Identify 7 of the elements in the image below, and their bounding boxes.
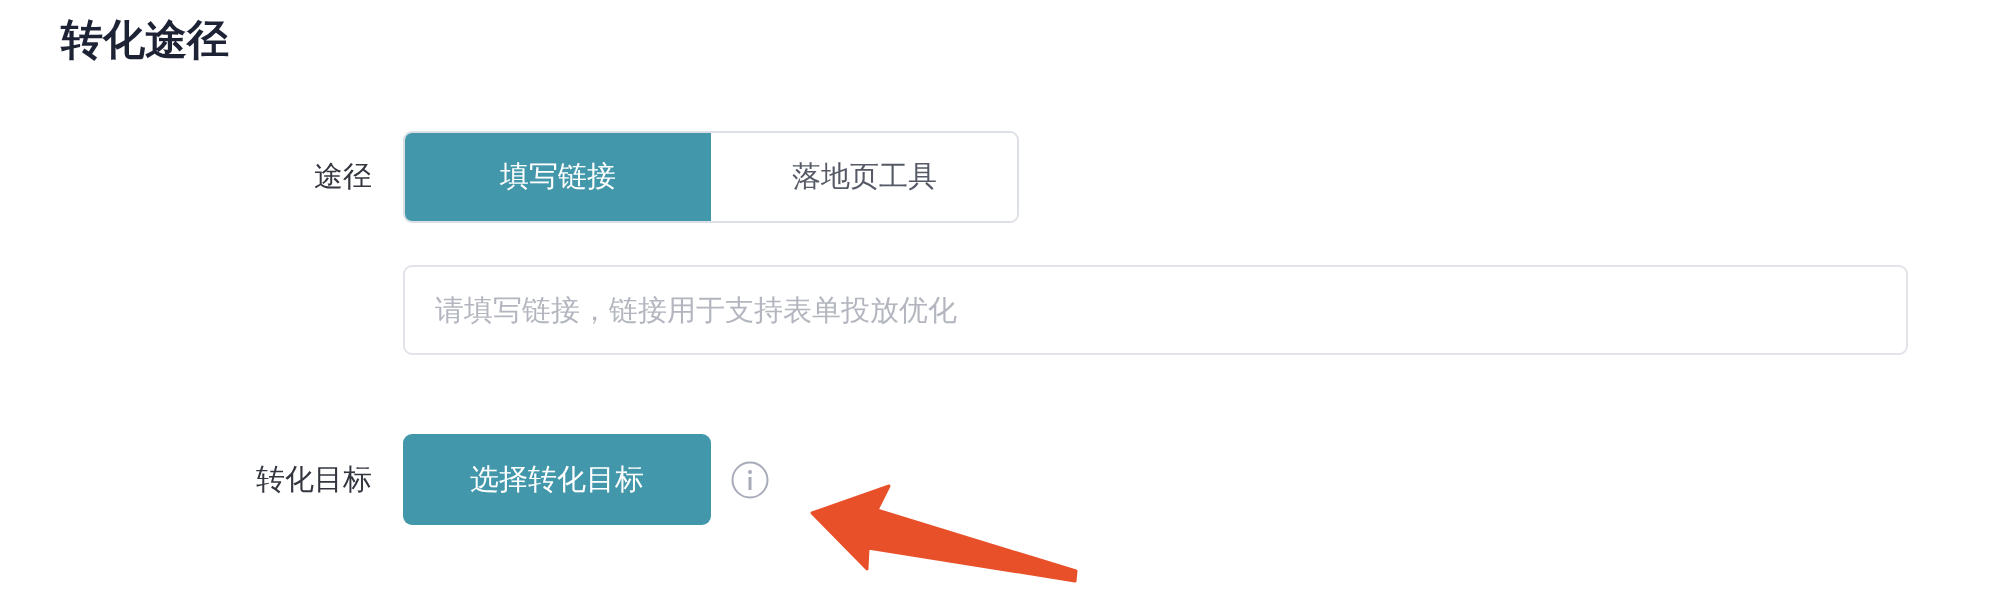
info-icon[interactable] [731, 460, 769, 499]
select-goal-button[interactable]: 选择转化目标 [403, 434, 711, 525]
field-label: 转化目标 [256, 460, 372, 498]
link-input-field[interactable]: 请填写链接，链接用于支持表单投放优化 [403, 265, 1908, 355]
segment-option[interactable]: 填写链接 [405, 133, 711, 221]
field-label: 途径 [314, 158, 372, 195]
section-title: 转化途径 [61, 14, 229, 66]
